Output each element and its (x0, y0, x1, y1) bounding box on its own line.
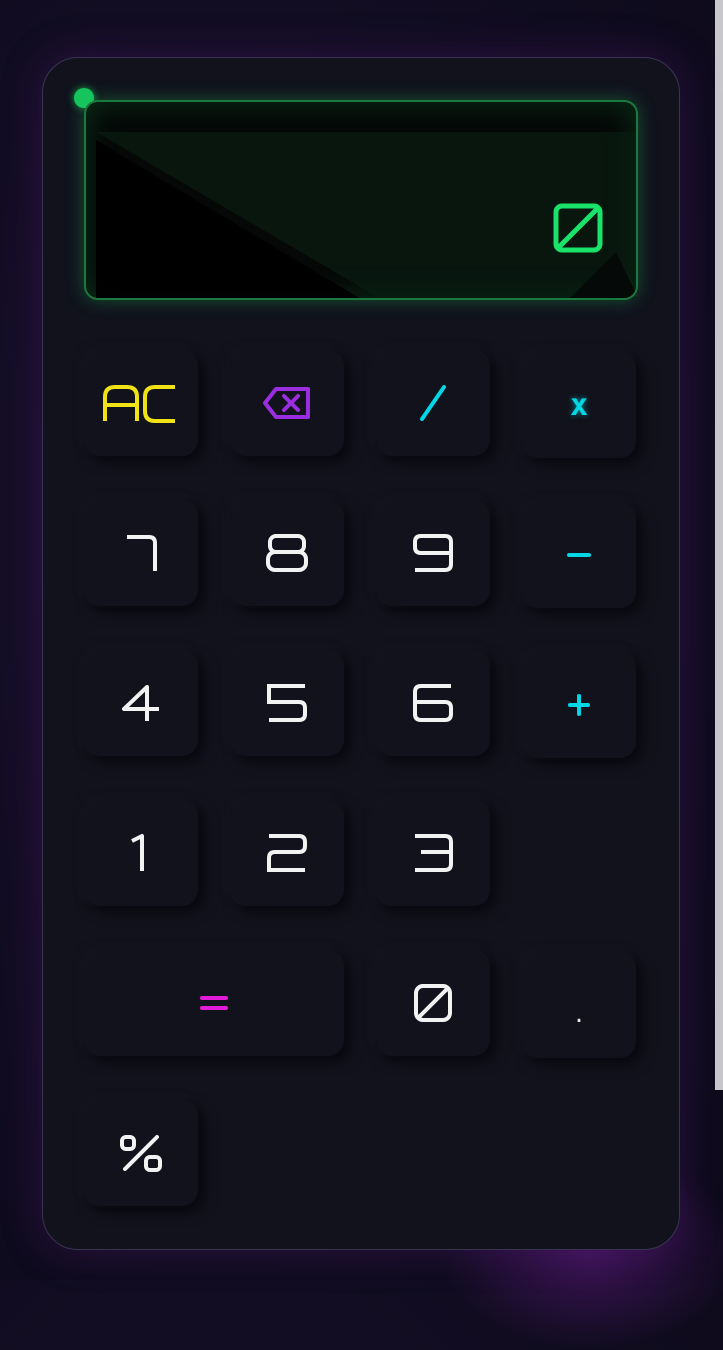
digit-3-label: 3 (411, 833, 453, 872)
percent-label: % (119, 1133, 162, 1172)
digit-2-label: 2 (265, 833, 307, 872)
decimal-label: . (574, 999, 584, 1029)
svg-text:0: 0 (413, 983, 414, 984)
divide-button[interactable]: / (376, 350, 490, 456)
backspace-icon (263, 387, 310, 419)
digit-2-button[interactable]: 2 (230, 800, 344, 906)
digit-5-label: 5 (265, 683, 307, 722)
digit-6-label: 6 (411, 683, 453, 722)
multiply-button[interactable]: x (522, 352, 636, 458)
display-value: 0 (553, 203, 603, 253)
divide-label: / (418, 383, 446, 421)
svg-text:7: 7 (121, 533, 122, 534)
digit-4-label: 4 (121, 683, 159, 721)
equals-label: = (200, 994, 228, 1010)
digit-6-button[interactable]: 6 (376, 650, 490, 756)
scrollbar[interactable] (715, 0, 723, 1090)
percent-button[interactable]: % (84, 1100, 198, 1206)
minus-label: - (567, 550, 591, 557)
digit-8-button[interactable]: 8 (230, 500, 344, 606)
display-screen: 0 (84, 100, 638, 300)
digit-1-label: 1 (126, 833, 144, 871)
clear-button[interactable]: AC (84, 350, 198, 456)
svg-text:%: % (119, 1133, 120, 1134)
svg-text:6: 6 (411, 683, 412, 684)
digit-0-label: 0 (413, 983, 452, 1022)
digit-7-button[interactable]: 7 (84, 500, 198, 606)
digit-7-label: 7 (121, 533, 157, 571)
digit-8-label: 8 (265, 533, 308, 572)
svg-text:8: 8 (265, 533, 266, 534)
svg-text:1: 1 (126, 833, 127, 834)
plus-label: + (567, 693, 590, 716)
svg-text:4: 4 (121, 683, 122, 684)
digit-9-label: 9 (411, 533, 453, 572)
svg-text:=: = (200, 994, 201, 995)
svg-text:/: / (418, 383, 419, 384)
svg-text:0: 0 (578, 231, 580, 233)
backspace-button[interactable] (230, 350, 344, 456)
svg-text:9: 9 (411, 533, 412, 534)
decimal-button[interactable]: . (522, 952, 636, 1058)
multiply-label: x (569, 387, 589, 423)
minus-button[interactable]: - (522, 502, 636, 608)
plus-button[interactable]: + (522, 652, 636, 758)
digit-1-button[interactable]: 1 (84, 800, 198, 906)
digit-9-button[interactable]: 9 (376, 500, 490, 606)
digit-5-button[interactable]: 5 (230, 650, 344, 756)
clear-label: AC (101, 383, 175, 423)
svg-text:2: 2 (265, 833, 266, 834)
digit-0-button[interactable]: 0 (376, 950, 490, 1056)
digit-3-button[interactable]: 3 (376, 800, 490, 906)
digit-4-button[interactable]: 4 (84, 650, 198, 756)
svg-text:-: - (567, 550, 568, 551)
svg-text:3: 3 (411, 833, 412, 834)
display-reflection (96, 132, 636, 298)
svg-text:+: + (567, 693, 568, 694)
svg-text:AC: AC (101, 383, 103, 384)
equals-button[interactable]: = (84, 950, 344, 1056)
svg-text:5: 5 (265, 683, 266, 684)
